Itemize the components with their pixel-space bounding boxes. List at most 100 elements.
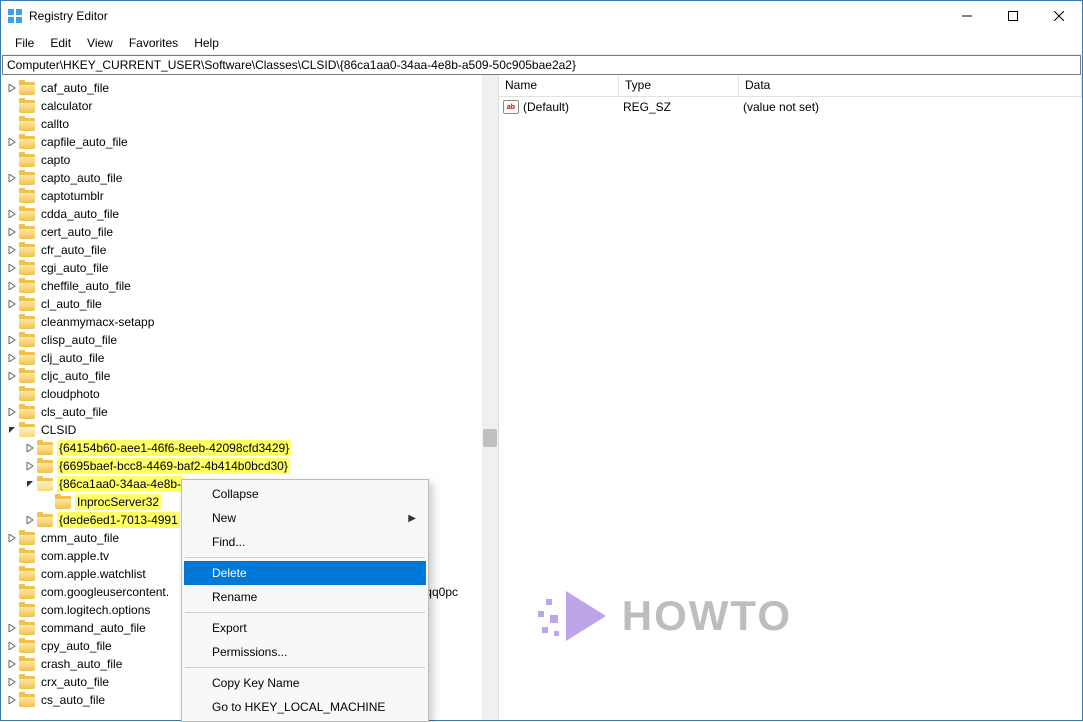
minimize-button[interactable] bbox=[944, 1, 990, 31]
tree-row[interactable]: callto bbox=[1, 115, 498, 133]
value-data: (value not set) bbox=[743, 100, 1082, 114]
chevron-right-icon[interactable] bbox=[5, 534, 19, 542]
tree-row[interactable]: cdda_auto_file bbox=[1, 205, 498, 223]
chevron-right-icon[interactable] bbox=[5, 408, 19, 416]
chevron-right-icon[interactable] bbox=[23, 516, 37, 524]
titlebar: Registry Editor bbox=[1, 1, 1082, 31]
context-menu-item[interactable]: Export bbox=[184, 616, 426, 640]
tree-row[interactable]: clisp_auto_file bbox=[1, 331, 498, 349]
tree-row[interactable]: capto_auto_file bbox=[1, 169, 498, 187]
chevron-right-icon[interactable] bbox=[5, 228, 19, 236]
folder-icon bbox=[19, 172, 35, 185]
chevron-right-icon[interactable] bbox=[5, 138, 19, 146]
chevron-right-icon[interactable] bbox=[5, 336, 19, 344]
tree-item-label: capto bbox=[39, 152, 72, 168]
context-menu-item[interactable]: Rename bbox=[184, 585, 426, 609]
folder-icon bbox=[19, 136, 35, 149]
tree-item-label: cls_auto_file bbox=[39, 404, 110, 420]
tree-scrollbar[interactable] bbox=[482, 75, 498, 720]
folder-icon bbox=[19, 190, 35, 203]
tree-row[interactable]: captotumblr bbox=[1, 187, 498, 205]
tree-row[interactable]: cheffile_auto_file bbox=[1, 277, 498, 295]
chevron-right-icon[interactable] bbox=[5, 174, 19, 182]
tree-row[interactable]: cloudphoto bbox=[1, 385, 498, 403]
tree-row[interactable]: cljc_auto_file bbox=[1, 367, 498, 385]
context-menu-item[interactable]: Find... bbox=[184, 530, 426, 554]
folder-icon bbox=[19, 388, 35, 401]
tree-item-label: com.apple.watchlist bbox=[39, 566, 148, 582]
menu-help[interactable]: Help bbox=[186, 33, 227, 53]
context-menu-item[interactable]: New▶ bbox=[184, 506, 426, 530]
values-pane: Name Type Data ab (Default) REG_SZ (valu… bbox=[499, 75, 1082, 720]
tree-row[interactable]: cfr_auto_file bbox=[1, 241, 498, 259]
chevron-right-icon[interactable] bbox=[5, 84, 19, 92]
menu-view[interactable]: View bbox=[79, 33, 121, 53]
folder-icon bbox=[19, 82, 35, 95]
tree-row[interactable]: {6695baef-bcc8-4469-baf2-4b414b0bcd30} bbox=[1, 457, 498, 475]
folder-icon bbox=[19, 676, 35, 689]
scroll-thumb[interactable] bbox=[483, 429, 497, 447]
folder-icon bbox=[19, 352, 35, 365]
tree-row[interactable]: CLSID bbox=[1, 421, 498, 439]
chevron-right-icon[interactable] bbox=[5, 210, 19, 218]
tree-row[interactable]: cl_auto_file bbox=[1, 295, 498, 313]
tree-item-label: cert_auto_file bbox=[39, 224, 115, 240]
chevron-right-icon[interactable] bbox=[5, 264, 19, 272]
chevron-right-icon[interactable] bbox=[5, 354, 19, 362]
folder-icon bbox=[37, 514, 53, 527]
context-menu-item[interactable]: Copy Key Name bbox=[184, 671, 426, 695]
chevron-right-icon[interactable] bbox=[5, 246, 19, 254]
folder-icon bbox=[19, 604, 35, 617]
folder-icon bbox=[19, 244, 35, 257]
chevron-right-icon[interactable] bbox=[5, 372, 19, 380]
context-menu-item[interactable]: Delete bbox=[184, 561, 426, 585]
folder-icon bbox=[19, 118, 35, 131]
folder-icon bbox=[19, 694, 35, 707]
address-bar[interactable]: Computer\HKEY_CURRENT_USER\Software\Clas… bbox=[2, 55, 1081, 75]
menu-separator bbox=[185, 667, 425, 668]
chevron-right-icon[interactable] bbox=[5, 282, 19, 290]
chevron-right-icon[interactable] bbox=[5, 642, 19, 650]
tree-row[interactable]: capto bbox=[1, 151, 498, 169]
tree-row[interactable]: cert_auto_file bbox=[1, 223, 498, 241]
folder-icon bbox=[19, 154, 35, 167]
tree-item-label: crx_auto_file bbox=[39, 674, 111, 690]
folder-icon bbox=[19, 424, 35, 437]
tree-row[interactable]: {64154b60-aee1-46f6-8eeb-42098cfd3429} bbox=[1, 439, 498, 457]
maximize-button[interactable] bbox=[990, 1, 1036, 31]
chevron-down-icon[interactable] bbox=[23, 480, 37, 488]
col-name[interactable]: Name bbox=[499, 75, 619, 96]
close-button[interactable] bbox=[1036, 1, 1082, 31]
tree-row[interactable]: caf_auto_file bbox=[1, 79, 498, 97]
chevron-right-icon[interactable] bbox=[5, 624, 19, 632]
chevron-right-icon[interactable] bbox=[23, 444, 37, 452]
value-row[interactable]: ab (Default) REG_SZ (value not set) bbox=[499, 97, 1082, 117]
tree-row[interactable]: cgi_auto_file bbox=[1, 259, 498, 277]
menu-favorites[interactable]: Favorites bbox=[121, 33, 186, 53]
folder-icon bbox=[19, 226, 35, 239]
chevron-right-icon[interactable] bbox=[23, 462, 37, 470]
tree-row[interactable]: cls_auto_file bbox=[1, 403, 498, 421]
menubar: File Edit View Favorites Help bbox=[1, 31, 1082, 55]
col-data[interactable]: Data bbox=[739, 75, 1082, 96]
chevron-right-icon[interactable] bbox=[5, 678, 19, 686]
menu-file[interactable]: File bbox=[7, 33, 42, 53]
tree-row[interactable]: calculator bbox=[1, 97, 498, 115]
folder-icon bbox=[19, 280, 35, 293]
col-type[interactable]: Type bbox=[619, 75, 739, 96]
tree-row[interactable]: capfile_auto_file bbox=[1, 133, 498, 151]
chevron-right-icon[interactable] bbox=[5, 300, 19, 308]
menu-edit[interactable]: Edit bbox=[42, 33, 79, 53]
tree-row[interactable]: clj_auto_file bbox=[1, 349, 498, 367]
tree-row[interactable]: cleanmymacx-setapp bbox=[1, 313, 498, 331]
chevron-right-icon[interactable] bbox=[5, 660, 19, 668]
tree-item-label: command_auto_file bbox=[39, 620, 148, 636]
context-menu-item[interactable]: Collapse bbox=[184, 482, 426, 506]
chevron-down-icon[interactable] bbox=[5, 426, 19, 434]
tree-item-label: clj_auto_file bbox=[39, 350, 106, 366]
tree-item-label: clisp_auto_file bbox=[39, 332, 119, 348]
context-menu-item[interactable]: Go to HKEY_LOCAL_MACHINE bbox=[184, 695, 426, 719]
chevron-right-icon[interactable] bbox=[5, 696, 19, 704]
string-value-icon: ab bbox=[503, 100, 519, 114]
context-menu-item[interactable]: Permissions... bbox=[184, 640, 426, 664]
